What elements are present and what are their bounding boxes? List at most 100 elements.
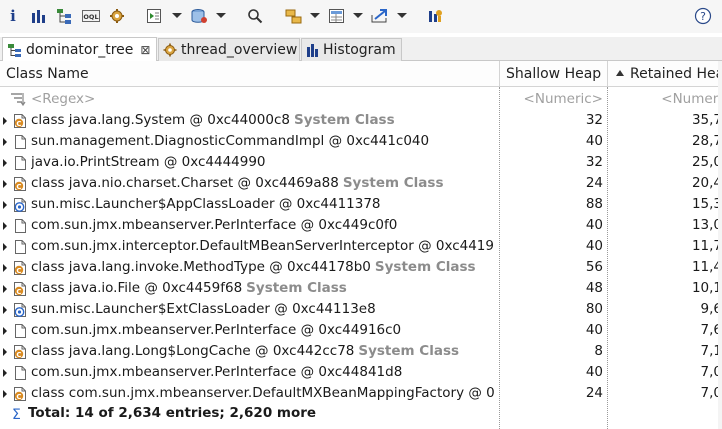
group-by-dropdown-icon[interactable] (310, 13, 320, 18)
shallow-heap-cell: 32 (585, 112, 603, 128)
expand-arrow-icon[interactable] (3, 222, 7, 230)
expand-arrow-icon[interactable] (3, 138, 7, 146)
object-label: sun.management.DiagnosticCommandImpl @ 0… (31, 133, 430, 149)
expand-arrow-icon[interactable] (3, 306, 7, 314)
table-row[interactable]: Cclass java.lang.Long$LongCache @ 0xc442… (0, 341, 722, 362)
table-row[interactable]: Cclass java.io.File @ 0xc4459f68 System C… (0, 278, 722, 299)
tab-thread-overview[interactable]: thread_overview (158, 38, 300, 61)
expand-arrow-icon[interactable] (3, 327, 7, 335)
retained-heap-cell: 9,6 (700, 301, 722, 317)
class-name-cell: class java.lang.invoke.MethodType @ 0xc4… (31, 257, 499, 278)
svg-text:C: C (16, 351, 21, 359)
filter-icon (10, 91, 27, 111)
query-browser-icon[interactable] (189, 6, 209, 26)
regex-filter-input[interactable]: <Regex> (31, 89, 499, 110)
column-header-retained-heap[interactable]: Retained Hea (616, 61, 722, 87)
object-icon (12, 134, 28, 154)
shallow-heap-cell: 40 (585, 217, 603, 233)
expand-arrow-icon[interactable] (3, 264, 7, 272)
shallow-heap-cell: 80 (585, 301, 603, 317)
expand-arrow-icon[interactable] (3, 180, 7, 188)
retained-heap-cell: 28,7 (691, 133, 722, 149)
dominator-tree-icon[interactable] (55, 6, 73, 26)
shallow-heap-cell: 56 (585, 259, 603, 275)
leak-suspects-icon[interactable] (426, 6, 444, 26)
histogram-icon[interactable] (30, 6, 46, 26)
group-by-icon[interactable] (284, 6, 304, 26)
table-row[interactable]: java.io.PrintStream @ 0xc4444990 32 25,0 (0, 152, 722, 173)
object-label: class com.sun.jmx.mbeanserver.DefaultMXB… (31, 385, 495, 401)
main-toolbar: i OQL ? (0, 0, 722, 33)
system-class-tag: System Class (374, 259, 476, 275)
object-icon (12, 323, 28, 343)
retained-heap-filter-input[interactable]: <Numeri (608, 89, 722, 110)
retained-heap-cell: 13,0 (691, 217, 722, 233)
table-row[interactable]: sun.misc.Launcher$AppClassLoader @ 0xc44… (0, 194, 722, 215)
shallow-heap-filter-input[interactable]: <Numeric> (500, 89, 603, 110)
run-report-dropdown-icon[interactable] (172, 13, 182, 18)
oql-icon[interactable]: OQL (81, 6, 101, 26)
column-divider[interactable] (499, 61, 500, 87)
query-browser-dropdown-icon[interactable] (216, 13, 226, 18)
class-name-cell: com.sun.jmx.interceptor.DefaultMBeanServ… (31, 236, 499, 257)
histogram-icon (306, 43, 319, 57)
table-row[interactable]: Cclass com.sun.jmx.mbeanserver.DefaultMX… (0, 383, 722, 404)
object-icon (12, 155, 28, 175)
expand-arrow-icon[interactable] (3, 117, 7, 125)
table-row[interactable]: sun.management.DiagnosticCommandImpl @ 0… (0, 131, 722, 152)
expand-arrow-icon[interactable] (3, 348, 7, 356)
object-label: class java.lang.Long$LongCache @ 0xc442c… (31, 343, 355, 359)
shallow-heap-cell: 48 (585, 280, 603, 296)
run-report-icon[interactable] (144, 6, 164, 26)
export-icon[interactable] (369, 6, 391, 26)
table-row[interactable]: Cclass java.nio.charset.Charset @ 0xc446… (0, 173, 722, 194)
search-icon[interactable] (246, 6, 264, 26)
heap-dump-overview-icon[interactable] (108, 6, 126, 26)
shallow-heap-cell: 40 (585, 133, 603, 149)
class-name-cell: class java.lang.Long$LongCache @ 0xc442c… (31, 341, 499, 362)
tab-histogram[interactable]: Histogram (301, 38, 402, 61)
expand-arrow-icon[interactable] (3, 285, 7, 293)
table-row[interactable]: com.sun.jmx.interceptor.DefaultMBeanServ… (0, 236, 722, 257)
system-class-tag: System Class (358, 343, 460, 359)
calculate-retained-icon[interactable] (327, 6, 347, 26)
table-row[interactable]: sun.misc.Launcher$ExtClassLoader @ 0xc44… (0, 299, 722, 320)
column-header-class-name[interactable]: Class Name (6, 61, 496, 87)
close-icon[interactable]: ⊠ (140, 43, 150, 57)
object-label: class java.lang.System @ 0xc44000c8 (31, 112, 290, 128)
class-object-icon: C (12, 260, 28, 280)
dominator-tree-table: Class Name Shallow Heap Retained Hea <Re… (0, 61, 722, 429)
expand-arrow-icon[interactable] (3, 369, 7, 377)
retained-heap-cell: 7,6 (700, 322, 722, 338)
calculate-retained-dropdown-icon[interactable] (353, 13, 363, 18)
filter-row[interactable]: <Regex> <Numeric> <Numeri (0, 89, 722, 110)
class-name-cell: sun.misc.Launcher$ExtClassLoader @ 0xc44… (31, 299, 499, 320)
retained-heap-cell: 11,7 (691, 238, 722, 254)
table-row[interactable]: com.sun.jmx.mbeanserver.PerInterface @ 0… (0, 320, 722, 341)
expand-arrow-icon[interactable] (3, 159, 7, 167)
class-name-cell: com.sun.jmx.mbeanserver.PerInterface @ 0… (31, 215, 499, 236)
expand-arrow-icon[interactable] (3, 390, 7, 398)
tab-dominator-tree[interactable]: dominator_tree ⊠ (2, 37, 157, 62)
expand-arrow-icon[interactable] (3, 243, 7, 251)
help-icon[interactable]: ? (694, 6, 712, 26)
column-divider[interactable] (607, 61, 608, 87)
class-name-cell: java.io.PrintStream @ 0xc4444990 (31, 152, 499, 173)
svg-text:C: C (16, 288, 21, 296)
table-row[interactable]: com.sun.jmx.mbeanserver.PerInterface @ 0… (0, 362, 722, 383)
expand-arrow-icon[interactable] (3, 201, 7, 209)
class-object-icon: C (12, 344, 28, 364)
class-name-cell: class com.sun.jmx.mbeanserver.DefaultMXB… (31, 383, 499, 404)
table-row[interactable]: Cclass java.lang.invoke.MethodType @ 0xc… (0, 257, 722, 278)
svg-text:C: C (16, 120, 21, 128)
object-icon (12, 239, 28, 259)
info-icon[interactable]: i (6, 6, 20, 26)
total-row[interactable]: Σ Total: 14 of 2,634 entries; 2,620 more (0, 403, 722, 424)
object-label: sun.misc.Launcher$AppClassLoader @ 0xc44… (31, 196, 381, 212)
table-row[interactable]: com.sun.jmx.mbeanserver.PerInterface @ 0… (0, 215, 722, 236)
classloader-icon (12, 197, 28, 217)
export-dropdown-icon[interactable] (397, 13, 407, 18)
column-header-shallow-heap[interactable]: Shallow Heap (506, 61, 606, 87)
table-row[interactable]: Cclass java.lang.System @ 0xc44000c8 Syst… (0, 110, 722, 131)
classloader-icon (12, 302, 28, 322)
